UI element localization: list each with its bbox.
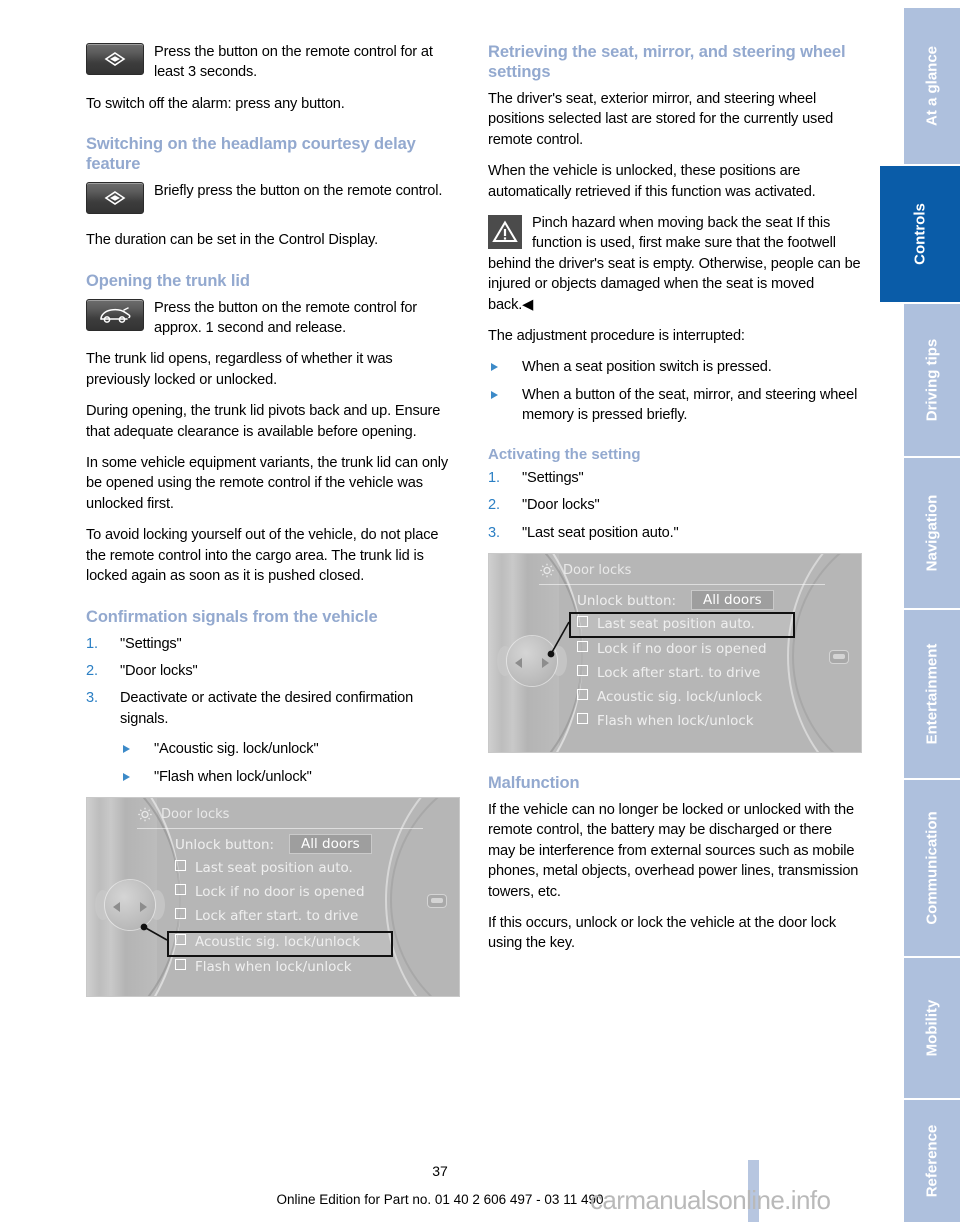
sidebar-item-entertainment[interactable]: Entertainment (904, 610, 960, 778)
step-number: 2. (86, 662, 98, 679)
sidebar-item-controls[interactable]: Controls (880, 166, 960, 302)
list-item: 3. Deactivate or activate the desired co… (86, 688, 460, 729)
list-item: When a button of the seat, mirror, and s… (488, 385, 862, 426)
leader-line (140, 923, 168, 941)
list-item: When a seat position switch is pressed. (488, 357, 862, 377)
triangle-bullet-icon (491, 363, 498, 372)
trunk-paragraph-1: The trunk lid opens, regardless of wheth… (86, 351, 393, 388)
activating-steps-list: 1. "Settings" 2. "Door locks" 3. "Last s… (488, 468, 862, 543)
warning-title: Pinch hazard when moving back the seat (532, 215, 793, 232)
step-text: "Door locks" (120, 662, 198, 679)
step-text: "Settings" (522, 469, 584, 486)
warning-text: Pinch hazard when moving back the seat I… (488, 213, 862, 315)
step-number: 3. (488, 524, 500, 541)
tab-label: Reference (923, 1124, 941, 1198)
heading-retrieving-settings: Retrieving the seat, mirror, and steerin… (488, 43, 846, 81)
interrupt-text: The adjustment procedure is interrupted: (488, 328, 745, 345)
idrive-display-top: Door locks Unlock button: All doors Last… (488, 552, 862, 753)
sidebar-item-at-a-glance[interactable]: At a glance (904, 8, 960, 164)
malfunction-paragraph-2: If this occurs, unlock or lock the vehic… (488, 914, 837, 952)
triangle-bullet-icon (491, 390, 498, 399)
idrive-display-bottom: Door locks Unlock button: All doors Last… (86, 796, 460, 997)
step-number: 1. (488, 469, 500, 486)
list-item: "Flash when lock/unlock" (120, 767, 460, 787)
sidebar-item-driving-tips[interactable]: Driving tips (904, 304, 960, 456)
list-item: "Acoustic sig. lock/unlock" (120, 739, 460, 759)
step-number: 2. (488, 497, 500, 514)
sidebar-item-mobility[interactable]: Mobility (904, 958, 960, 1098)
triangle-bullet-icon (123, 745, 130, 754)
triangle-bullet-icon (123, 772, 130, 781)
tab-label: Entertainment (923, 643, 941, 745)
trunk-lid-button-icon (86, 298, 144, 331)
remote-press-text: Press the button on the remote control f… (154, 44, 433, 81)
heading-confirmation-signals: Confirmation signals from the vehicle (86, 607, 378, 626)
sidebar-item-reference[interactable]: Reference (904, 1100, 960, 1222)
tab-label: Navigation (923, 494, 941, 572)
remote-lock-button-icon (86, 182, 144, 215)
step-number: 1. (86, 635, 98, 652)
interrupt-item-text: When a seat position switch is pressed. (522, 359, 772, 376)
step-text: "Door locks" (522, 497, 600, 514)
interrupt-item-text: When a button of the seat, mirror, and s… (522, 386, 858, 424)
heading-opening-trunk: Opening the trunk lid (86, 271, 250, 290)
list-item: 2. "Door locks" (488, 495, 862, 515)
warning-triangle-icon (488, 215, 522, 250)
duration-text: The duration can be set in the Control D… (86, 232, 379, 249)
list-item: 2. "Door locks" (86, 661, 460, 681)
right-column: Retrieving the seat, mirror, and steerin… (488, 42, 862, 965)
alarm-off-text: To switch off the alarm: press any butto… (86, 95, 345, 112)
tab-label: Mobility (923, 999, 941, 1057)
remote-lock-button-icon (86, 43, 144, 75)
warning-block: Pinch hazard when moving back the seat I… (488, 213, 862, 315)
interrupt-items-list: When a seat position switch is pressed. … (488, 357, 862, 425)
trunk-paragraph-3: In some vehicle equipment variants, the … (86, 455, 449, 512)
malfunction-paragraph-1: If the vehicle can no longer be locked o… (488, 801, 859, 900)
heading-activating-setting: Activating the setting (488, 445, 641, 463)
step-text: "Last seat position auto." (522, 524, 679, 541)
list-item: 1. "Settings" (86, 634, 460, 654)
headlamp-press-text: Briefly press the button on the remote c… (154, 183, 443, 200)
substep-text: "Flash when lock/unlock" (154, 768, 312, 785)
tab-label: At a glance (923, 45, 941, 127)
headlamp-press-block: Briefly press the button on the remote c… (86, 181, 460, 219)
list-item: 1. "Settings" (488, 468, 862, 488)
tab-label: Communication (923, 811, 941, 925)
manual-page: Press the button on the remote control f… (0, 0, 960, 1222)
retrieving-paragraph-2: When the vehicle is unlocked, these posi… (488, 163, 816, 200)
heading-headlamp-courtesy: Switching on the headlamp courtesy delay… (86, 135, 416, 174)
confirmation-substeps-list: "Acoustic sig. lock/unlock" "Flash when … (120, 739, 460, 787)
tab-label: Driving tips (923, 338, 941, 422)
leader-line (547, 621, 570, 658)
trunk-press-text: Press the button on the remote control f… (154, 299, 418, 337)
substep-text: "Acoustic sig. lock/unlock" (154, 741, 319, 758)
trunk-press-block: Press the button on the remote control f… (86, 298, 460, 339)
sidebar-item-navigation[interactable]: Navigation (904, 458, 960, 608)
sidebar-item-communication[interactable]: Communication (904, 780, 960, 956)
left-column: Press the button on the remote control f… (86, 42, 460, 1009)
heading-malfunction: Malfunction (488, 773, 580, 792)
trunk-paragraph-4: To avoid locking yourself out of the veh… (86, 527, 439, 585)
trunk-paragraph-2: During opening, the trunk lid pivots bac… (86, 403, 441, 440)
list-item: 3. "Last seat position auto." (488, 523, 862, 543)
confirmation-steps-list: 1. "Settings" 2. "Door locks" 3. Deactiv… (86, 634, 460, 730)
step-number: 3. (86, 690, 98, 707)
section-tab-rail: At a glance Controls Driving tips Naviga… (880, 0, 960, 1222)
step-text: "Settings" (120, 635, 182, 652)
tab-label: Controls (911, 203, 929, 265)
watermark-text: carmanualsonline.info (590, 1185, 831, 1215)
remote-press-block: Press the button on the remote control f… (86, 42, 460, 83)
step-text: Deactivate or activate the desired confi… (120, 690, 414, 727)
retrieving-paragraph-1: The driver's seat, exterior mirror, and … (488, 91, 834, 148)
